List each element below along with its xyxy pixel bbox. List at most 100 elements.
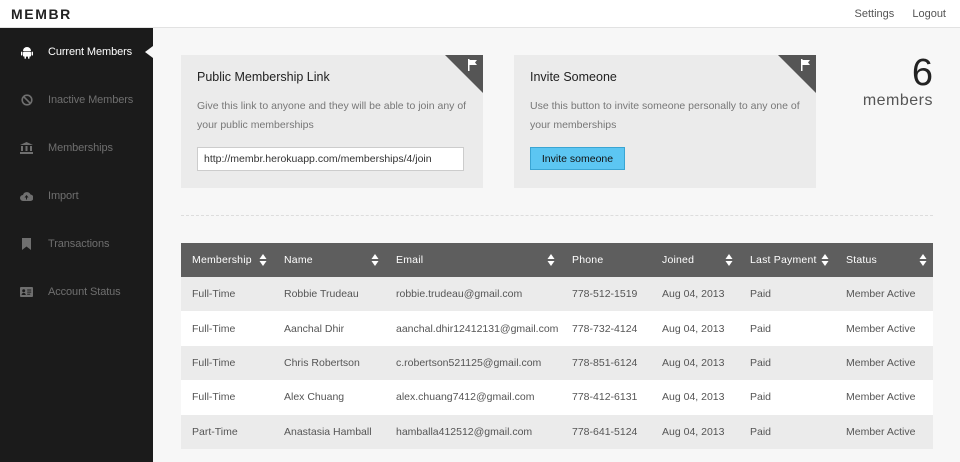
android-icon <box>20 46 33 59</box>
cell-email: hamballa412512@gmail.com <box>385 414 561 449</box>
flag-icon[interactable] <box>467 59 479 71</box>
table-row[interactable]: Full-Time Aanchal Dhir aanchal.dhir1241213… <box>181 311 933 346</box>
sidebar-item-account-status[interactable]: Account Status <box>0 268 153 316</box>
cell-joined: Aug 04, 2013 <box>651 345 739 381</box>
member-count-number: 6 <box>911 52 933 94</box>
sidebar-item-current-members[interactable]: Current Members <box>0 28 153 76</box>
bookmark-icon <box>20 238 33 251</box>
logout-link[interactable]: Logout <box>912 8 946 20</box>
cell-phone: 778-732-4124 <box>561 311 651 346</box>
section-divider <box>181 215 933 216</box>
card-description: Give this link to anyone and they will b… <box>197 100 467 131</box>
sort-icon[interactable] <box>259 253 267 267</box>
cell-joined: Aug 04, 2013 <box>651 380 739 415</box>
invite-someone-button[interactable]: Invite someone <box>530 147 625 170</box>
sort-icon[interactable] <box>919 253 927 267</box>
cell-name: Robbie Trudeau <box>273 277 385 312</box>
cell-last-payment: Paid <box>739 277 835 312</box>
cell-phone: 778-512-1519 <box>561 277 651 312</box>
cell-membership: Full-Time <box>181 277 273 312</box>
column-header-label: Status <box>846 254 877 266</box>
table-row[interactable]: Part-Time Anastasia Hamball hamballa412512… <box>181 414 933 449</box>
sidebar-item-label: Account Status <box>48 286 121 298</box>
cell-status: Member Active <box>835 277 933 312</box>
cell-phone: 778-851-6124 <box>561 345 651 381</box>
app-logo[interactable]: MEMBR <box>11 6 72 22</box>
cell-membership: Full-Time <box>181 345 273 381</box>
column-header-label: Joined <box>662 254 695 266</box>
top-links: Settings Logout <box>840 8 946 20</box>
cloud-upload-icon <box>20 190 33 203</box>
card-description: Use this button to invite someone person… <box>530 100 800 131</box>
sidebar: Current Members Inactive Members Members… <box>0 28 153 462</box>
bank-icon <box>20 142 33 155</box>
card-title: Public Membership Link <box>197 70 330 84</box>
cell-name: Chris Robertson <box>273 345 385 381</box>
cell-email: aanchal.dhir12412131@gmail.com <box>385 311 561 346</box>
sidebar-item-label: Inactive Members <box>48 94 134 106</box>
table-body: Full-Time Robbie Trudeau robbie.trudeau@gm… <box>181 277 933 449</box>
cell-last-payment: Paid <box>739 380 835 415</box>
sort-icon[interactable] <box>725 253 733 267</box>
invite-card: Invite Someone Use this button to invite… <box>514 55 816 188</box>
cell-email: robbie.trudeau@gmail.com <box>385 277 561 312</box>
cell-membership: Full-Time <box>181 311 273 346</box>
sort-icon[interactable] <box>547 253 555 267</box>
sidebar-item-label: Import <box>48 190 79 202</box>
cell-name: Aanchal Dhir <box>273 311 385 346</box>
sidebar-item-transactions[interactable]: Transactions <box>0 220 153 268</box>
column-header-label: Membership <box>192 254 252 266</box>
column-header-phone[interactable]: Phone <box>561 243 651 277</box>
sort-icon[interactable] <box>371 253 379 267</box>
member-count: 6 members <box>863 52 933 110</box>
ban-icon <box>20 94 33 107</box>
table-row[interactable]: Full-Time Robbie Trudeau robbie.trudeau@gm… <box>181 277 933 312</box>
cell-status: Member Active <box>835 345 933 381</box>
table-row[interactable]: Full-Time Alex Chuang alex.chuang7412@gmai… <box>181 380 933 415</box>
sort-icon[interactable] <box>821 253 829 267</box>
cell-last-payment: Paid <box>739 311 835 346</box>
cell-name: Alex Chuang <box>273 380 385 415</box>
cell-status: Member Active <box>835 380 933 415</box>
flag-icon[interactable] <box>800 59 812 71</box>
column-header-status[interactable]: Status <box>835 243 933 277</box>
column-header-email[interactable]: Email <box>385 243 561 277</box>
members-table: Membership Name Email Phone Joined Last Payme… <box>181 243 933 449</box>
table-row[interactable]: Full-Time Chris Robertson c.robertson52112… <box>181 345 933 381</box>
cell-name: Anastasia Hamball <box>273 414 385 449</box>
column-header-joined[interactable]: Joined <box>651 243 739 277</box>
column-header-label: Email <box>396 254 424 266</box>
cell-joined: Aug 04, 2013 <box>651 414 739 449</box>
sidebar-item-import[interactable]: Import <box>0 172 153 220</box>
sidebar-item-label: Current Members <box>48 46 133 58</box>
settings-link[interactable]: Settings <box>855 8 895 20</box>
cell-status: Member Active <box>835 414 933 449</box>
sidebar-item-inactive-members[interactable]: Inactive Members <box>0 76 153 124</box>
cell-joined: Aug 04, 2013 <box>651 311 739 346</box>
top-bar: MEMBR Settings Logout <box>0 0 960 28</box>
sidebar-item-memberships[interactable]: Memberships <box>0 124 153 172</box>
column-header-label: Phone <box>572 254 604 266</box>
cell-membership: Part-Time <box>181 414 273 449</box>
cell-phone: 778-641-5124 <box>561 414 651 449</box>
cell-membership: Full-Time <box>181 380 273 415</box>
cell-joined: Aug 04, 2013 <box>651 277 739 312</box>
column-header-label: Last Payment <box>750 254 817 266</box>
column-header-last-payment[interactable]: Last Payment <box>739 243 835 277</box>
column-header-label: Name <box>284 254 313 266</box>
cell-last-payment: Paid <box>739 345 835 381</box>
cell-last-payment: Paid <box>739 414 835 449</box>
table-header-row: Membership Name Email Phone Joined Last Payme… <box>181 243 933 277</box>
cell-email: c.robertson521125@gmail.com <box>385 345 561 381</box>
member-count-label: members <box>862 92 933 109</box>
column-header-name[interactable]: Name <box>273 243 385 277</box>
card-title: Invite Someone <box>530 70 617 84</box>
public-link-card: Public Membership Link Give this link to… <box>181 55 483 188</box>
membership-link-input[interactable] <box>197 147 464 171</box>
cell-phone: 778-412-6131 <box>561 380 651 415</box>
column-header-membership[interactable]: Membership <box>181 243 273 277</box>
sidebar-item-label: Memberships <box>48 142 113 154</box>
id-card-icon <box>20 286 33 299</box>
sidebar-item-label: Transactions <box>48 238 110 250</box>
cell-status: Member Active <box>835 311 933 346</box>
